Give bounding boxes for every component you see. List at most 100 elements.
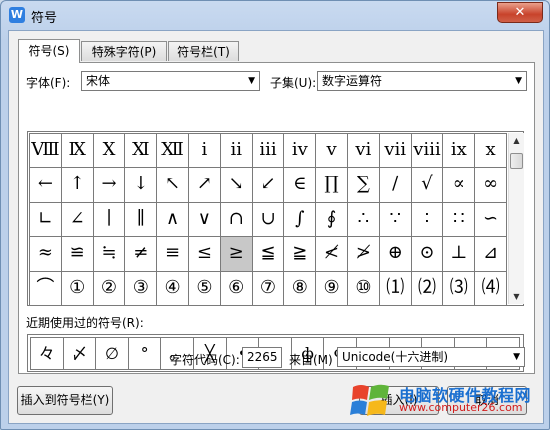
symbol-cell[interactable]: ∽	[474, 201, 507, 238]
grid-scrollbar[interactable]: ▲ ▼	[508, 133, 524, 304]
symbol-cell[interactable]: ∷	[442, 201, 476, 238]
symbol-cell[interactable]: ∨	[188, 201, 221, 238]
scroll-down-icon[interactable]: ▼	[509, 289, 524, 304]
symbol-cell[interactable]: ∕	[378, 167, 412, 203]
symbol-cell[interactable]: ⅲ	[251, 133, 285, 169]
symbol-cell[interactable]: ④	[156, 270, 189, 306]
symbol-cell[interactable]: ≡	[156, 236, 189, 272]
wps-writer-icon: W	[9, 7, 25, 23]
recent-symbol-cell[interactable]: 々	[30, 337, 64, 370]
symbol-cell[interactable]: Ⅹ	[92, 133, 126, 169]
title-bar: W 符号 ✕	[1, 1, 549, 29]
symbol-cell[interactable]: ∞	[474, 167, 507, 203]
symbol-cell[interactable]: ∈	[283, 167, 317, 203]
symbol-cell[interactable]: ∣	[92, 201, 126, 238]
insert-to-symbol-bar-button[interactable]: 插入到符号栏(Y)	[17, 386, 113, 415]
symbol-cell[interactable]: ⑩	[347, 270, 380, 306]
from-value: Unicode(十六进制)	[342, 350, 449, 364]
scroll-up-icon[interactable]: ▲	[509, 133, 524, 148]
symbol-cell[interactable]: ≥	[219, 236, 253, 272]
symbol-cell[interactable]: ∥	[124, 201, 158, 238]
symbol-cell[interactable]: ⑶	[442, 270, 476, 306]
recent-symbol-cell[interactable]: 〆	[62, 337, 97, 370]
symbol-cell[interactable]: ≮	[315, 236, 348, 272]
symbol-cell[interactable]: ⊕	[378, 236, 412, 272]
font-select[interactable]: 宋体 ▼	[81, 71, 260, 91]
symbol-cell[interactable]: ⊙	[410, 236, 444, 272]
symbol-cell[interactable]: ↑	[60, 167, 94, 203]
symbol-cell[interactable]: ∟	[29, 201, 62, 238]
symbol-cell[interactable]: ⅰ	[188, 133, 221, 169]
tab-symbol-bar[interactable]: 符号栏(T)	[168, 41, 239, 61]
close-button[interactable]: ✕	[497, 2, 543, 23]
symbol-cell[interactable]: ∫	[283, 201, 317, 238]
symbol-cell[interactable]: ∵	[378, 201, 412, 238]
symbol-cell[interactable]: ≠	[124, 236, 158, 272]
symbol-cell[interactable]: ③	[124, 270, 158, 306]
symbol-cell[interactable]: ≯	[347, 236, 380, 272]
symbol-cell[interactable]: ∑	[347, 167, 380, 203]
symbol-cell[interactable]: ↖	[156, 167, 189, 203]
symbol-cell[interactable]: ∠	[60, 201, 94, 238]
symbol-grid: ▲ ▼ Ⅷ Ⅸ Ⅹ Ⅺ Ⅻⅰ ⅱ ⅲ ⅳ ⅴ ⅵ ⅶ ⅷ ⅸ ⅹ ← ↑ → ↓ ↖ ↗ ↘ ↙ ∈ ∏ ∑ ∕ √ ∝ ∞ ∟ ∠ ∣ ∥ ∧ ∨…	[27, 131, 524, 306]
symbol-cell[interactable]: ∝	[442, 167, 476, 203]
scroll-thumb[interactable]	[510, 153, 523, 169]
symbol-cell[interactable]: ①	[60, 270, 94, 306]
symbol-cell[interactable]: Ⅺ	[124, 133, 158, 169]
symbol-cell[interactable]: ⅷ	[410, 133, 444, 169]
symbol-cell[interactable]: ⌒	[29, 270, 62, 306]
symbol-cell[interactable]: ∏	[315, 167, 348, 203]
symbol-cell[interactable]: ⅸ	[442, 133, 476, 169]
symbol-cell[interactable]: ←	[29, 167, 62, 203]
symbol-cell[interactable]: →	[92, 167, 126, 203]
symbol-cell[interactable]: ⑥	[219, 270, 253, 306]
symbol-cell[interactable]: ⊿	[474, 236, 507, 272]
symbol-cell[interactable]: ∧	[156, 201, 189, 238]
symbol-cell[interactable]: ⅹ	[474, 133, 507, 169]
symbol-cell[interactable]: ⑵	[410, 270, 444, 306]
symbol-dialog: W 符号 ✕ 符号(S) 特殊字符(P) 符号栏(T) 字体(F): 宋体 ▼ …	[0, 0, 550, 430]
symbol-cell[interactable]: ⅵ	[347, 133, 380, 169]
symbol-cell[interactable]: ∮	[315, 201, 348, 238]
symbol-cell[interactable]: ⅴ	[315, 133, 348, 169]
symbol-cell[interactable]: ⅱ	[219, 133, 253, 169]
subset-select[interactable]: 数字运算符 ▼	[317, 71, 527, 91]
symbol-cell[interactable]: ≧	[283, 236, 317, 272]
symbol-cell[interactable]: ⅳ	[283, 133, 317, 169]
symbol-cell[interactable]: ∶	[410, 201, 444, 238]
symbol-cell[interactable]: ≤	[188, 236, 221, 272]
symbol-cell[interactable]: Ⅷ	[29, 133, 62, 169]
symbol-cell[interactable]: ⑤	[188, 270, 221, 306]
symbol-cell[interactable]: ↗	[188, 167, 221, 203]
symbol-cell[interactable]: √	[410, 167, 444, 203]
symbol-cell[interactable]: ↘	[219, 167, 253, 203]
windows-logo-icon	[350, 384, 389, 416]
char-code-input[interactable]: 2265	[242, 347, 282, 368]
symbol-cell[interactable]: ≈	[29, 236, 62, 272]
symbol-cell[interactable]: Ⅻ	[156, 133, 189, 169]
char-code-label: 字符代码(C):	[170, 353, 240, 367]
recent-symbol-cell[interactable]: °	[127, 337, 162, 370]
symbol-cell[interactable]: ↙	[251, 167, 285, 203]
symbol-cell[interactable]: ⑨	[315, 270, 348, 306]
symbol-cell[interactable]: ⑴	[378, 270, 412, 306]
symbol-cell[interactable]: ⅶ	[378, 133, 412, 169]
symbol-cell[interactable]: ≒	[92, 236, 126, 272]
symbol-cell[interactable]: ≌	[60, 236, 94, 272]
from-select[interactable]: Unicode(十六进制) ▼	[337, 347, 525, 367]
symbol-cell[interactable]: ⑧	[283, 270, 317, 306]
symbol-cell[interactable]: ≦	[251, 236, 285, 272]
symbol-cell[interactable]: ②	[92, 270, 126, 306]
symbol-cell[interactable]: ⑦	[251, 270, 285, 306]
symbol-cell[interactable]: ↓	[124, 167, 158, 203]
symbol-cell[interactable]: ⑷	[474, 270, 507, 306]
symbol-cell[interactable]: ∩	[219, 201, 253, 238]
symbol-cell[interactable]: ∴	[347, 201, 380, 238]
tab-special-chars[interactable]: 特殊字符(P)	[81, 41, 167, 61]
tab-symbols[interactable]: 符号(S)	[18, 39, 80, 63]
symbol-cell[interactable]: ⊥	[442, 236, 476, 272]
symbol-cell[interactable]: ∪	[251, 201, 285, 238]
recent-symbol-cell[interactable]: ∅	[95, 337, 129, 370]
font-label: 字体(F):	[26, 76, 71, 90]
symbol-cell[interactable]: Ⅸ	[60, 133, 94, 169]
